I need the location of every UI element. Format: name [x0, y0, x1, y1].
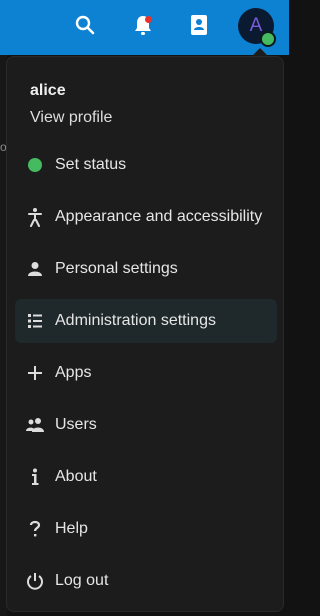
menu-item-label: Help	[55, 520, 88, 537]
menu-item-administration-settings[interactable]: Administration settings	[15, 299, 277, 343]
users-icon	[15, 403, 55, 447]
power-icon	[15, 559, 55, 603]
menu-item-about[interactable]: About	[15, 455, 277, 499]
view-profile-link[interactable]: View profile	[30, 109, 112, 127]
menu-item-help[interactable]: Help	[15, 507, 277, 551]
online-status-icon	[15, 143, 55, 187]
menu-item-label: Users	[55, 416, 97, 433]
menu-item-users[interactable]: Users	[15, 403, 277, 447]
top-bar: A	[0, 0, 289, 55]
person-icon	[15, 247, 55, 291]
notification-badge	[145, 16, 152, 23]
user-menu: alice View profile Set status Appearance…	[6, 56, 284, 612]
help-icon	[15, 507, 55, 551]
menu-item-label: Log out	[55, 572, 109, 589]
search-icon[interactable]	[73, 13, 97, 37]
contacts-icon[interactable]	[187, 13, 211, 37]
menu-item-label: Set status	[55, 156, 127, 173]
menu-item-label: Administration settings	[55, 312, 216, 329]
bell-icon[interactable]	[131, 13, 155, 37]
user-name: alice	[30, 82, 66, 99]
menu-item-label: About	[55, 468, 97, 485]
plus-icon	[15, 351, 55, 395]
menu-item-apps[interactable]: Apps	[15, 351, 277, 395]
info-icon	[15, 455, 55, 499]
menu-item-label: Personal settings	[55, 260, 178, 277]
accessibility-icon	[15, 195, 55, 239]
admin-list-icon	[15, 299, 55, 343]
menu-item-label: Appearance and accessibility	[55, 208, 263, 225]
menu-item-label: Apps	[55, 364, 92, 381]
menu-item-set-status[interactable]: Set status	[15, 143, 277, 187]
menu-item-log-out[interactable]: Log out	[15, 559, 277, 603]
avatar-status-dot	[260, 31, 276, 47]
menu-item-appearance[interactable]: Appearance and accessibility	[15, 195, 277, 239]
menu-item-personal-settings[interactable]: Personal settings	[15, 247, 277, 291]
